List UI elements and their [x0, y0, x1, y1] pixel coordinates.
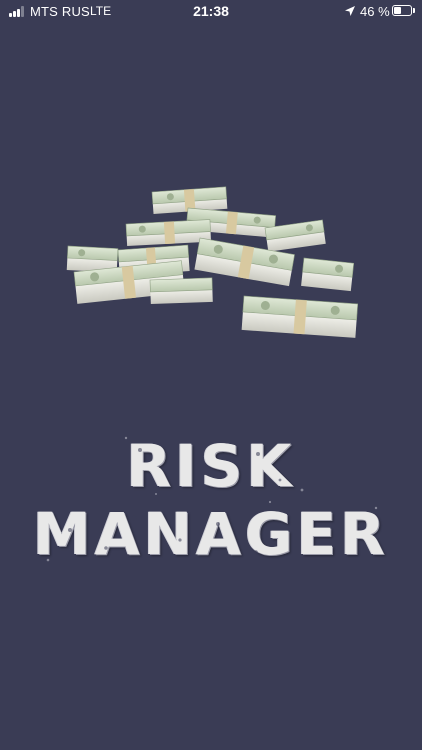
location-arrow-icon	[345, 6, 355, 16]
battery-tip	[413, 8, 415, 13]
battery-fill	[394, 7, 401, 14]
money-stack	[301, 257, 355, 292]
money-stacks-illustration	[66, 186, 359, 338]
app-title-line1: RISK	[126, 432, 296, 500]
app-title-line2: MANAGER	[33, 500, 389, 568]
battery-icon	[392, 5, 412, 16]
money-stack	[125, 219, 212, 246]
status-bar: MTS RUS LTE 21:38 46 %	[0, 0, 422, 24]
clock: 21:38	[193, 3, 229, 19]
money-stack	[241, 295, 359, 338]
battery-percent: 46 %	[360, 4, 390, 19]
money-stack	[149, 277, 213, 304]
